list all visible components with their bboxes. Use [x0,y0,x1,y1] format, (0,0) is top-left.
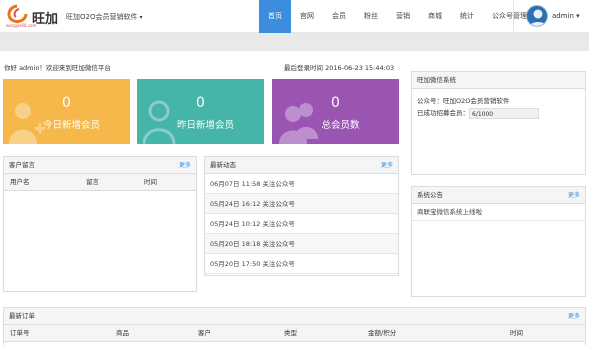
stat-card-total-members[interactable]: 0 总会员数 [272,79,399,144]
logo-subtext: wangjia68.com [6,23,37,28]
more-link[interactable]: 更多 [568,187,580,204]
table-header: 订单号 商品 客户 类型 金额/积分 时间 [4,325,585,342]
notice-item[interactable]: 商联宝微信系统上线啦 [412,204,585,221]
panel-header: 客户留言 更多 [4,157,196,174]
logo[interactable]: 旺加 wangjia68.com [4,4,59,30]
panel-title: 旺加微信系统 [417,76,456,84]
subheader-strip [0,33,589,51]
column-header: 留言 [86,178,99,186]
nav-divider [513,0,514,33]
members-count: 6/1000 [469,107,539,119]
app-switcher[interactable]: 旺加O2O会员营销软件 ▾ [66,12,143,22]
logo-icon [7,4,28,23]
more-link[interactable]: 更多 [381,157,393,174]
list-item: 05月20日 17:50 关注公众号 [205,254,398,274]
list-item: 05月24日 16:12 关注公众号 [205,194,398,214]
user-menu[interactable]: admin ▾ [552,12,580,20]
panel-header: 最新动态 更多 [205,157,398,174]
members-recruited: 已成功招募会员： 6/1000 [412,107,585,119]
panel-title: 系统公告 [417,191,443,199]
column-header: 商品 [116,329,129,337]
stat-value: 0 [62,95,71,111]
welcome-greeting: 你好 admin！欢迎来到旺加微信平台 [4,64,111,72]
panel-header: 系统公告 更多 [412,187,585,204]
stat-label: 今日新增会员 [42,120,100,131]
table-header: 用户名 留言 时间 [4,174,196,191]
list-item: 05月20日 18:18 关注公众号 [205,234,398,254]
top-bar: 旺加 wangjia68.com 旺加O2O会员营销软件 ▾ 首页 官网 会员 粉… [0,0,589,33]
main-nav: 首页 官网 会员 粉丝 营销 商城 统计 公众号管理 [259,0,536,33]
column-header: 时间 [144,178,157,186]
chevron-down-icon: ▾ [139,14,143,21]
chevron-down-icon: ▾ [576,12,580,20]
avatar[interactable] [526,5,548,27]
nav-item-home[interactable]: 首页 [259,0,291,33]
activity-list: 06月07日 11:58 关注公众号 05月24日 16:12 关注公众号 05… [205,174,398,274]
panel-header: 最新订单 更多 [4,308,585,325]
column-header: 金额/积分 [368,329,397,337]
panel-header: 旺加微信系统 [412,72,585,89]
account-name: 公众号：旺加O2O会员营销软件 [417,97,510,105]
column-header: 订单号 [10,329,30,337]
members-label: 已成功招募会员： [417,109,469,117]
stat-label: 总会员数 [321,120,360,131]
more-link[interactable]: 更多 [568,308,580,325]
stat-card-yesterday-new[interactable]: 0 昨日新增会员 [137,79,264,144]
system-info-panel: 旺加微信系统 公众号：旺加O2O会员营销软件 已成功招募会员： 6/1000 [411,71,586,175]
stat-value: 0 [331,95,340,111]
column-header: 时间 [510,329,523,337]
more-link[interactable]: 更多 [179,157,191,174]
app-title: 旺加O2O会员营销软件 [66,13,138,21]
panel-title: 最新订单 [9,312,35,320]
last-login-time: 最后登录时间 2016-06-23 15:44:03 [284,64,395,72]
list-item: 06月07日 11:58 关注公众号 [205,174,398,194]
nav-item-website[interactable]: 官网 [291,0,323,33]
stat-value: 0 [196,95,205,111]
panel-title: 最新动态 [210,161,236,169]
messages-panel: 客户留言 更多 用户名 留言 时间 [3,156,197,292]
activity-panel: 最新动态 更多 06月07日 11:58 关注公众号 05月24日 16:12 … [204,156,399,276]
user-name: admin [552,12,574,20]
list-item: 05月24日 10:12 关注公众号 [205,214,398,234]
nav-item-fans[interactable]: 粉丝 [355,0,387,33]
nav-item-mall[interactable]: 商城 [419,0,451,33]
stat-card-today-new[interactable]: 0 今日新增会员 [3,79,130,144]
user-avatar-icon [529,9,547,26]
notice-panel: 系统公告 更多 商联宝微信系统上线啦 [411,186,586,297]
nav-item-marketing[interactable]: 营销 [387,0,419,33]
panel-title: 客户留言 [9,161,35,169]
nav-item-members[interactable]: 会员 [323,0,355,33]
column-header: 客户 [198,329,211,337]
column-header: 类型 [284,329,297,337]
stat-label: 昨日新增会员 [176,120,234,131]
orders-panel: 最新订单 更多 订单号 商品 客户 类型 金额/积分 时间 [3,307,586,345]
column-header: 用户名 [10,178,30,186]
nav-item-statistics[interactable]: 统计 [451,0,483,33]
